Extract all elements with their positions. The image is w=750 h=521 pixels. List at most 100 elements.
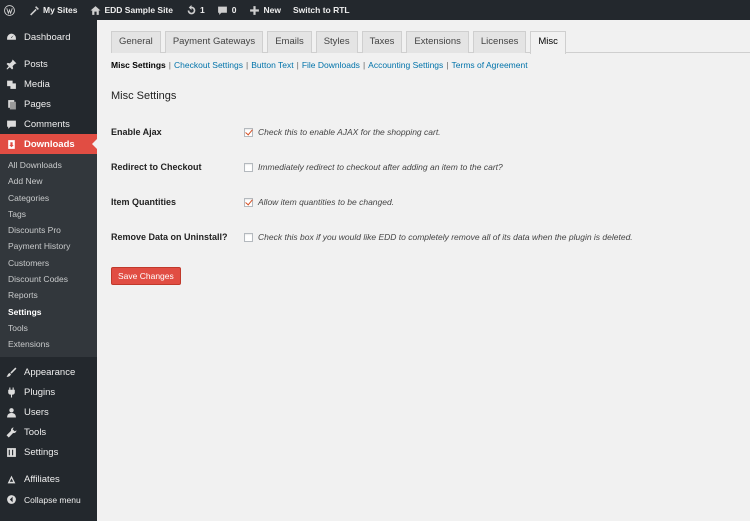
menu-settings[interactable]: Settings [0,443,97,463]
menu-plugins-label: Plugins [24,387,56,399]
submenu-settings[interactable]: Settings [0,304,97,320]
submenu-tools[interactable]: Tools [0,320,97,336]
download-icon [5,138,18,151]
option-label: Remove Data on Uninstall? [111,232,228,242]
menu-downloads[interactable]: Downloads [0,134,97,154]
subsection-links: Misc Settings | Checkout Settings | Button T… [111,60,528,70]
option-description: Immediately redirect to checkout after a… [258,162,503,172]
media-icon [5,78,18,91]
separator: | [168,60,172,70]
menu-comments[interactable]: Comments [0,114,97,134]
subsection-button-text[interactable]: Button Text [251,60,293,70]
section-title: Misc Settings [111,90,177,102]
my-sites-label: My Sites [43,5,78,15]
remove-data-checkbox[interactable] [244,232,253,242]
option-description: Check this box if you would like EDD to … [258,232,633,242]
separator: | [246,60,249,70]
submenu-reports[interactable]: Reports [0,287,97,303]
home-icon [90,4,102,16]
collapse-menu-button[interactable]: Collapse menu [0,490,97,510]
menu-pages-label: Pages [24,98,51,110]
redirect-to-checkout-checkbox[interactable] [244,162,253,172]
menu-appearance-label: Appearance [24,367,76,379]
menu-users[interactable]: Users [0,403,97,423]
submenu-payment-history[interactable]: Payment History [0,238,97,254]
collapse-menu-label: Collapse menu [24,494,81,505]
menu-pages[interactable]: Pages [0,94,97,114]
menu-plugins[interactable]: Plugins [0,383,97,403]
brush-icon [5,366,18,379]
tab-styles[interactable]: Styles [315,31,358,53]
submenu-customers[interactable]: Customers [0,255,97,271]
menu-appearance[interactable]: Appearance [0,363,97,383]
menu-affiliates[interactable]: Affiliates [0,470,97,490]
option-label: Enable Ajax [111,127,162,137]
subsection-terms-of-agreement[interactable]: Terms of Agreement [452,60,528,70]
pin-icon [5,58,18,71]
submenu-tags[interactable]: Tags [0,206,97,222]
menu-tools-label: Tools [24,427,47,439]
submenu-discounts-pro[interactable]: Discounts Pro [0,222,97,238]
subsection-accounting-settings[interactable]: Accounting Settings [368,60,443,70]
wrench-icon [5,426,18,439]
menu-posts[interactable]: Posts [0,54,97,74]
subsection-checkout-settings[interactable]: Checkout Settings [174,60,243,70]
menu-dashboard-label: Dashboard [24,31,71,43]
separator: | [446,60,449,70]
affiliates-icon [5,473,18,486]
save-changes-button[interactable]: Save Changes [111,267,181,285]
item-quantities-checkbox[interactable] [244,197,253,207]
wordpress-icon [4,4,16,16]
subsection-file-downloads[interactable]: File Downloads [302,60,360,70]
option-row-enable-ajax: Enable Ajax Check this to enable AJAX fo… [111,125,441,139]
updates-count: 1 [200,5,205,15]
comments-menu[interactable]: 0 [211,0,243,20]
settings-tabs: General Payment Gateways Emails Styles T… [111,31,570,54]
submenu-all-downloads[interactable]: All Downloads [0,157,97,173]
tab-emails[interactable]: Emails [267,31,312,53]
menu-posts-label: Posts [24,58,48,70]
updates-icon [185,4,197,16]
tab-general[interactable]: General [111,31,161,53]
admin-bar: My Sites EDD Sample Site 1 0 New Switch … [0,0,750,20]
menu-users-label: Users [24,407,49,419]
tab-extensions[interactable]: Extensions [406,31,469,53]
admin-sidebar: Dashboard Posts Media Pages Comments Dow… [0,20,97,521]
settings-icon [5,446,18,459]
switch-rtl-link[interactable]: Switch to RTL [287,0,356,20]
updates-menu[interactable]: 1 [179,0,211,20]
tab-misc[interactable]: Misc [530,31,566,54]
wordpress-logo-button[interactable] [0,0,22,20]
menu-dashboard[interactable]: Dashboard [0,27,97,47]
menu-downloads-label: Downloads [24,138,75,150]
option-row-redirect-to-checkout: Redirect to Checkout Immediately redirec… [111,160,503,174]
separator: | [296,60,299,70]
submenu-add-new[interactable]: Add New [0,173,97,189]
option-row-remove-data: Remove Data on Uninstall? Check this box… [111,230,633,244]
plus-icon [248,4,260,16]
subsection-misc-settings[interactable]: Misc Settings [111,60,166,70]
tab-payment-gateways[interactable]: Payment Gateways [164,31,264,53]
site-name-menu[interactable]: EDD Sample Site [84,0,180,20]
tab-taxes[interactable]: Taxes [361,31,403,53]
my-sites-icon [28,4,40,16]
menu-affiliates-label: Affiliates [24,474,60,486]
dashboard-icon [5,31,18,44]
comments-count: 0 [231,5,237,15]
plugin-icon [5,386,18,399]
tab-licenses[interactable]: Licenses [472,31,527,53]
enable-ajax-checkbox[interactable] [244,127,253,137]
my-sites-menu[interactable]: My Sites [22,0,84,20]
user-icon [5,406,18,419]
collapse-icon [5,493,18,506]
comment-icon [217,4,229,16]
submenu-discount-codes[interactable]: Discount Codes [0,271,97,287]
option-description: Check this to enable AJAX for the shoppi… [258,127,441,137]
menu-media[interactable]: Media [0,74,97,94]
downloads-submenu: All Downloads Add New Categories Tags Di… [0,154,97,357]
new-content-menu[interactable]: New [242,0,286,20]
submenu-categories[interactable]: Categories [0,190,97,206]
menu-tools[interactable]: Tools [0,423,97,443]
submenu-extensions[interactable]: Extensions [0,336,97,352]
option-description: Allow item quantities to be changed. [258,197,395,207]
